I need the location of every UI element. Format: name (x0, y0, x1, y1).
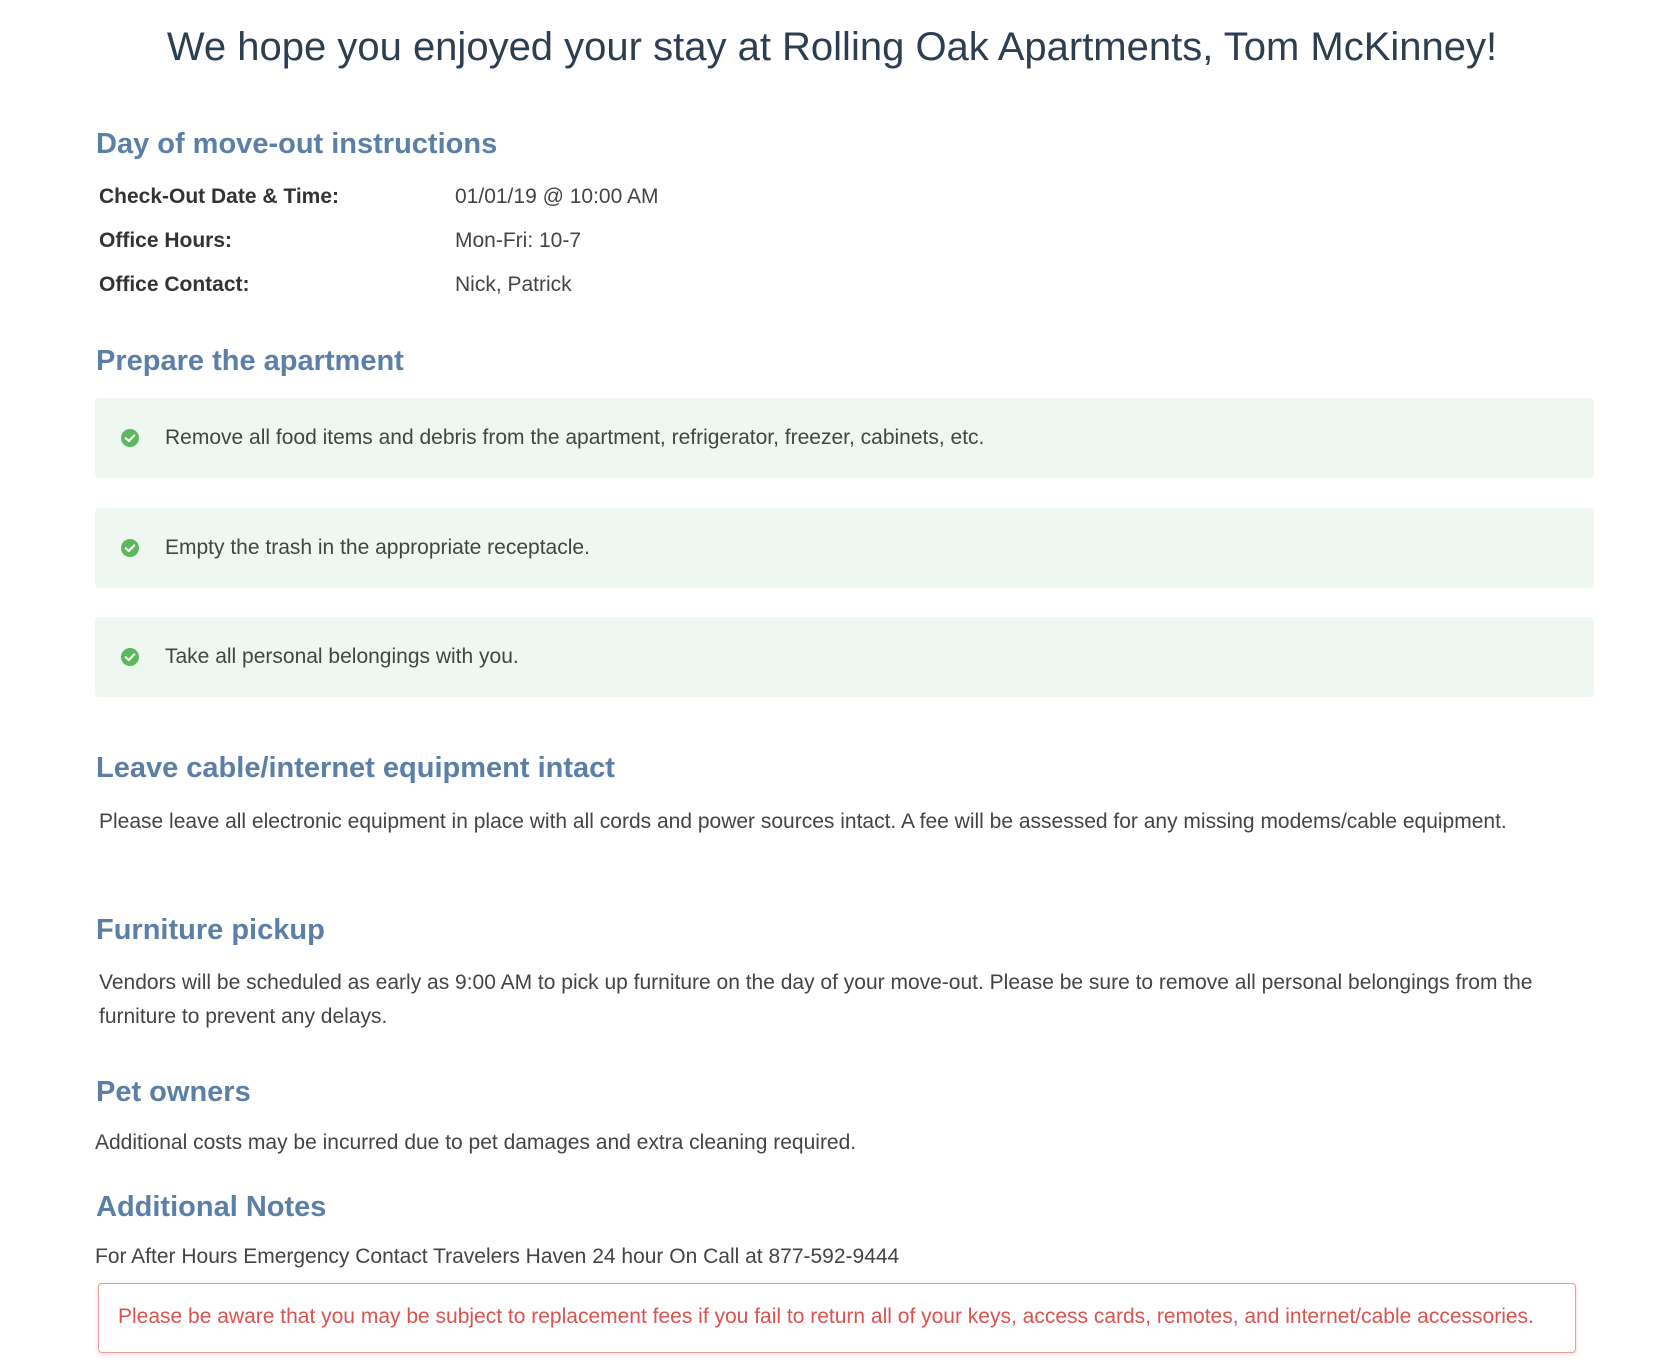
pets-heading: Pet owners (96, 1076, 251, 1108)
replacement-fee-alert: Please be aware that you may be subject … (98, 1283, 1576, 1353)
notes-paragraph: For After Hours Emergency Contact Travel… (95, 1245, 900, 1268)
office-hours-value: Mon-Fri: 10-7 (455, 229, 582, 252)
office-contact-value: Nick, Patrick (455, 273, 572, 296)
cable-heading: Leave cable/internet equipment intact (96, 752, 615, 784)
pets-paragraph: Additional costs may be incurred due to … (95, 1131, 857, 1154)
checklist-item-text: Empty the trash in the appropriate recep… (165, 536, 590, 559)
check-circle-icon (121, 429, 139, 447)
alert-text: Please be aware that you may be subject … (118, 1305, 1534, 1328)
cable-paragraph: Please leave all electronic equipment in… (99, 810, 1507, 833)
office-contact-label: Office Contact: (99, 273, 250, 296)
checklist-item: Empty the trash in the appropriate recep… (95, 508, 1594, 588)
move-out-heading: Day of move-out instructions (96, 128, 498, 160)
checkout-value: 01/01/19 @ 10:00 AM (455, 185, 659, 208)
checkout-label: Check-Out Date & Time: (99, 185, 339, 208)
check-circle-icon (121, 539, 139, 557)
furniture-heading: Furniture pickup (96, 914, 325, 946)
furniture-paragraph: Vendors will be scheduled as early as 9:… (99, 971, 1533, 1028)
prepare-heading: Prepare the apartment (96, 345, 404, 377)
checklist-item: Take all personal belongings with you. (95, 617, 1594, 697)
page-title: We hope you enjoyed your stay at Rolling… (166, 25, 1498, 69)
office-hours-label: Office Hours: (99, 229, 233, 252)
checklist-item-text: Take all personal belongings with you. (165, 645, 519, 668)
checklist-item: Remove all food items and debris from th… (95, 398, 1594, 478)
notes-heading: Additional Notes (96, 1191, 327, 1223)
check-circle-icon (121, 648, 139, 666)
checklist-item-text: Remove all food items and debris from th… (165, 426, 985, 449)
